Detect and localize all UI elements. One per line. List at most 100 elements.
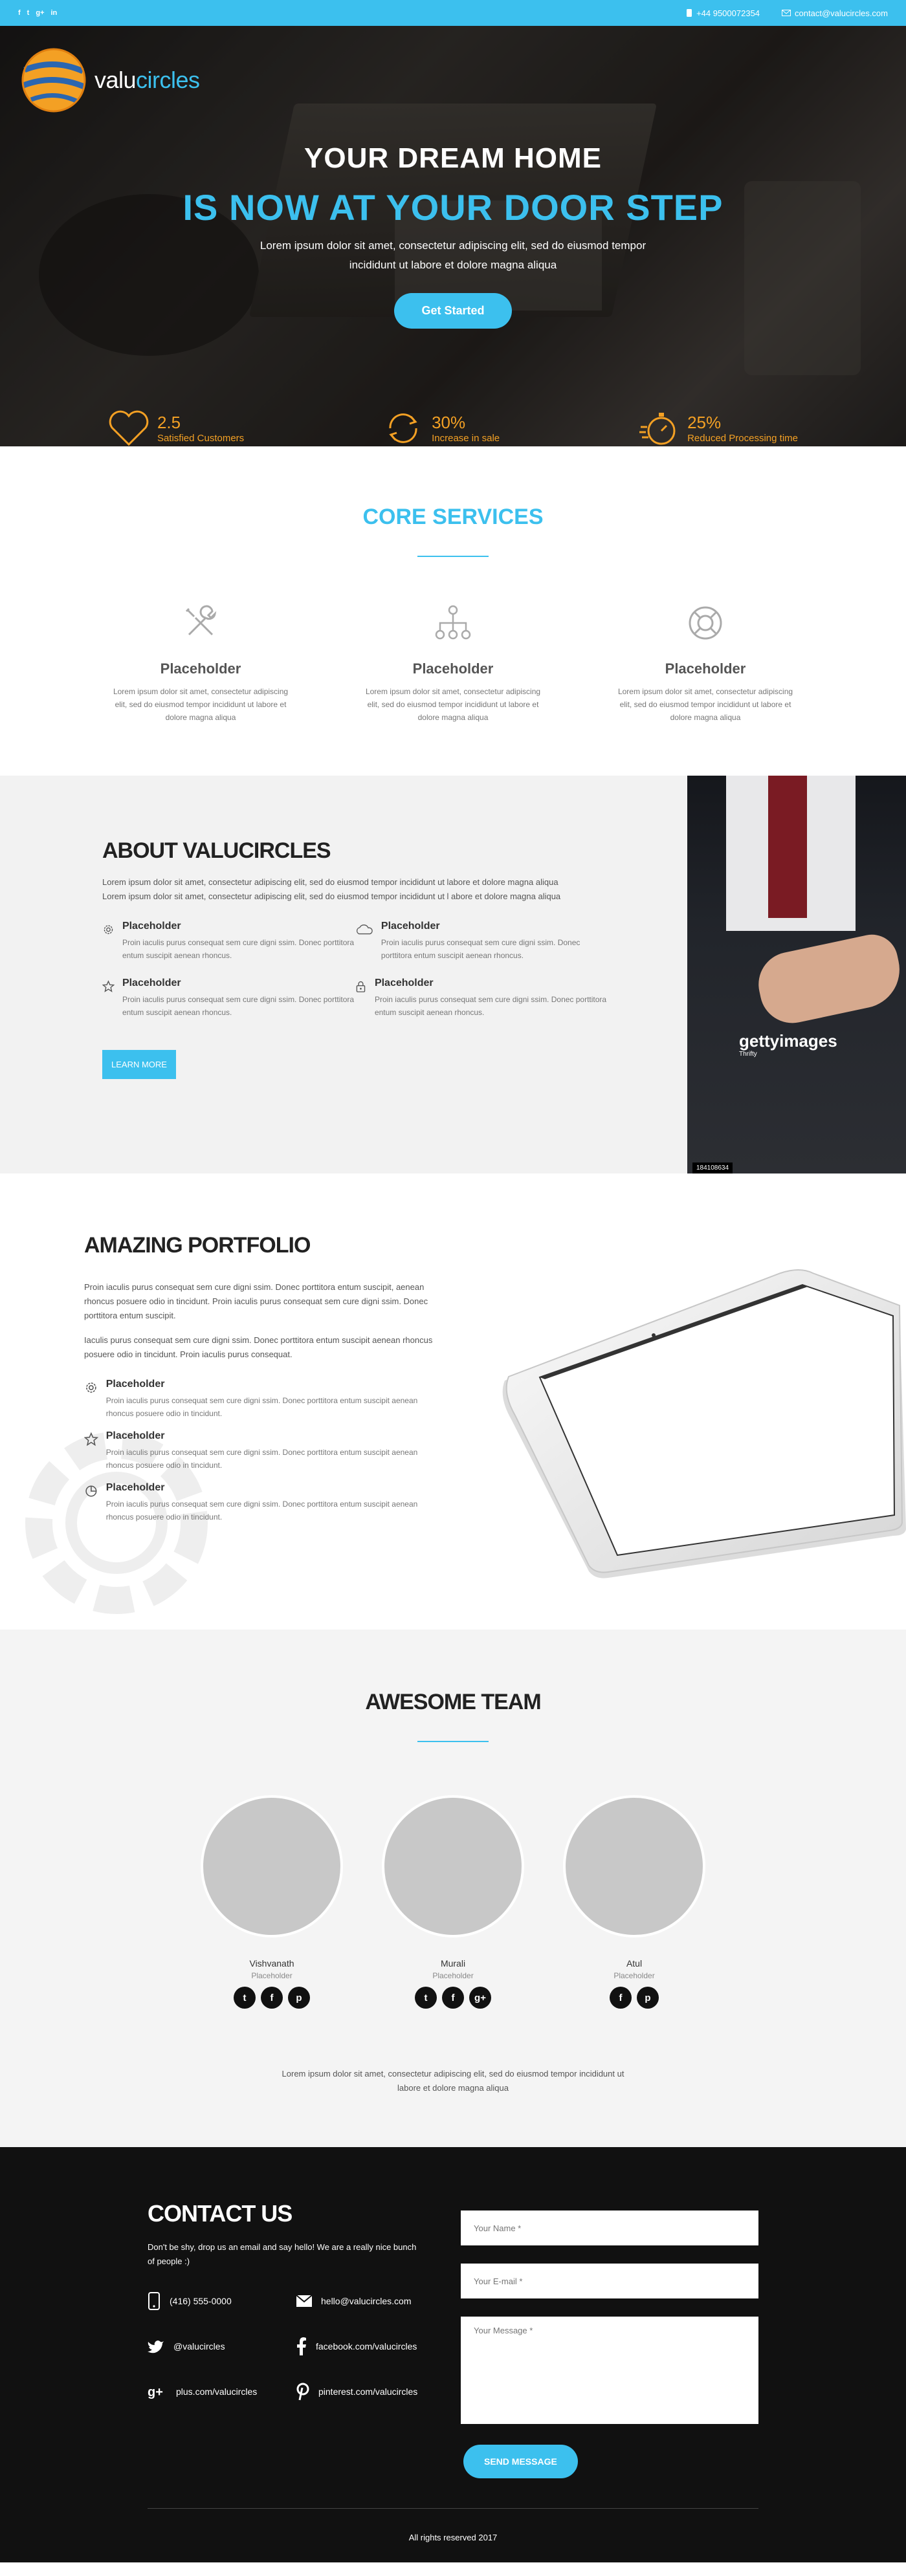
feature-title: Placeholder <box>122 921 181 932</box>
contact-phone[interactable]: (416) 555-0000 <box>148 2292 296 2310</box>
stat-processing-label: Reduced Processing time <box>687 433 798 444</box>
facebook-icon[interactable]: f <box>261 1987 283 2009</box>
feature-title: Placeholder <box>381 921 440 932</box>
feature-title: Placeholder <box>105 1379 165 1390</box>
stat-processing: 25% Reduced Processing time <box>638 408 798 446</box>
topbar-phone-text: +44 9500072354 <box>696 8 760 18</box>
member-photo <box>563 1795 705 1937</box>
team-footer-text: Lorem ipsum dolor sit amet, consectetur … <box>282 2069 624 2093</box>
feature-item: Placeholder Proin iaculis purus consequat… <box>355 977 607 1019</box>
pinterest-icon[interactable]: p <box>637 1987 659 2009</box>
member-name: Atul <box>626 1958 643 1969</box>
learn-more-button[interactable]: LEARN MORE <box>102 1050 176 1079</box>
mail-icon <box>782 10 791 16</box>
feature-text: Proin iaculis purus consequat sem cure d… <box>122 938 355 960</box>
title-underline <box>417 556 489 557</box>
stat-customers-value: 2.5 <box>157 413 181 432</box>
footer-divider <box>148 2508 758 2509</box>
get-started-button[interactable]: Get Started <box>394 293 512 329</box>
twitter-icon[interactable]: t <box>234 1987 256 2009</box>
photo-id: 184108634 <box>692 1162 733 1173</box>
pinterest-icon <box>296 2383 309 2401</box>
photo-watermark: gettyimages <box>739 1031 837 1051</box>
feature-text: Proin iaculis purus consequat sem cure d… <box>105 1448 418 1470</box>
core-services-section: CORE SERVICES Placeholder Lorem ipsum do… <box>0 446 906 776</box>
googleplus-icon: g+ <box>148 2385 163 2399</box>
service-text: Lorem ipsum dolor sit amet, consectetur … <box>617 687 793 722</box>
gear-icon <box>86 1382 96 1393</box>
pinterest-icon[interactable]: p <box>288 1987 310 2009</box>
googleplus-icon[interactable]: g+ <box>469 1987 491 2009</box>
team-title: AWESOME TEAM <box>365 1690 541 1714</box>
stat-sale-label: Increase in sale <box>432 433 500 444</box>
facebook-icon[interactable]: f <box>18 9 21 17</box>
feature-title: Placeholder <box>122 977 181 988</box>
team-member: Vishvanath Placeholder t f p <box>201 1795 343 2009</box>
service-title: Placeholder <box>160 660 241 677</box>
lifebuoy-icon <box>689 606 722 640</box>
feature-item: Placeholder Proin iaculis purus consequat… <box>84 1482 440 1523</box>
contact-section: CONTACT US Don't be shy, drop us an emai… <box>0 2147 906 2562</box>
linkedin-icon[interactable]: in <box>51 9 58 17</box>
name-input[interactable] <box>461 2210 758 2245</box>
googleplus-icon[interactable]: g+ <box>36 9 44 17</box>
feature-title: Placeholder <box>374 977 434 988</box>
facebook-icon <box>297 2337 306 2355</box>
feature-text: Proin iaculis purus consequat sem cure d… <box>381 938 580 960</box>
mail-icon <box>296 2295 312 2307</box>
feature-item: Placeholder Proin iaculis purus consequat… <box>102 977 355 1019</box>
email-input[interactable] <box>461 2264 758 2298</box>
gear-icon <box>104 925 113 934</box>
contact-googleplus[interactable]: g+ plus.com/valucircles <box>148 2383 296 2401</box>
contact-title: CONTACT US <box>148 2200 293 2227</box>
service-card: Placeholder Lorem ipsum dolor sit amet, … <box>110 602 291 724</box>
contact-pinterest[interactable]: pinterest.com/valucircles <box>296 2383 445 2401</box>
twitter-icon <box>148 2341 164 2353</box>
contact-twitter[interactable]: @valucircles <box>148 2337 296 2355</box>
stat-customers: 2.5 Satisfied Customers <box>108 408 244 446</box>
core-services-title: CORE SERVICES <box>362 505 544 529</box>
topbar-social: f t g+ in <box>18 9 57 17</box>
feature-text: Proin iaculis purus consequat sem cure d… <box>122 995 355 1017</box>
message-input[interactable] <box>461 2317 758 2424</box>
feature-text: Proin iaculis purus consequat sem cure d… <box>374 995 607 1017</box>
tablet-image <box>502 1269 906 1578</box>
star-icon <box>84 1432 98 1446</box>
send-message-button[interactable]: SEND MESSAGE <box>463 2445 578 2478</box>
twitter-icon[interactable]: t <box>415 1987 437 2009</box>
logo[interactable]: valucircles <box>18 45 200 115</box>
service-title: Placeholder <box>665 660 746 677</box>
hierarchy-icon <box>435 605 471 640</box>
feature-title: Placeholder <box>105 1482 165 1493</box>
feature-item: Placeholder Proin iaculis purus consequat… <box>102 921 355 962</box>
topbar-email[interactable]: contact@valucircles.com <box>782 8 888 18</box>
stopwatch-icon <box>639 413 676 445</box>
feature-text: Proin iaculis purus consequat sem cure d… <box>105 1396 418 1418</box>
lock-icon <box>356 981 366 992</box>
facebook-icon[interactable]: f <box>610 1987 632 2009</box>
photo-credit: Thrifty <box>739 1051 757 1058</box>
service-text: Lorem ipsum dolor sit amet, consectetur … <box>113 687 289 722</box>
pie-chart-icon <box>85 1485 97 1497</box>
hero-subtitle: Lorem ipsum dolor sit amet, consectetur … <box>260 239 646 271</box>
contact-intro: Don't be shy, drop us an email and say h… <box>148 2242 417 2266</box>
portfolio-section: AMAZING PORTFOLIO Proin iaculis purus co… <box>0 1173 906 1630</box>
hero-section: valucircles YOUR DREAM HOME IS NOW AT YO… <box>0 26 906 446</box>
about-text: Lorem ipsum dolor sit amet, consectetur … <box>102 877 561 901</box>
contact-facebook[interactable]: facebook.com/valucircles <box>296 2337 445 2355</box>
handshake-photo: gettyimages Thrifty 184108634 <box>687 776 906 1173</box>
svg-text:g+: g+ <box>148 2385 163 2399</box>
twitter-icon[interactable]: t <box>27 9 30 17</box>
hero-title-line1: YOUR DREAM HOME <box>304 142 602 174</box>
stat-sale-value: 30% <box>432 413 466 432</box>
stat-customers-label: Satisfied Customers <box>157 433 245 444</box>
member-name: Murali <box>440 1958 466 1969</box>
topbar-phone[interactable]: +44 9500072354 <box>686 8 760 18</box>
contact-form: SEND MESSAGE <box>461 2210 758 2478</box>
portfolio-text-2: Iaculis purus consequat sem cure digni s… <box>84 1335 433 1359</box>
facebook-icon[interactable]: f <box>442 1987 464 2009</box>
contact-email[interactable]: hello@valucircles.com <box>296 2292 445 2310</box>
service-text: Lorem ipsum dolor sit amet, consectetur … <box>365 687 541 722</box>
about-title: ABOUT VALUCIRCLES <box>102 838 331 863</box>
team-member: Atul Placeholder f p <box>563 1795 705 2009</box>
